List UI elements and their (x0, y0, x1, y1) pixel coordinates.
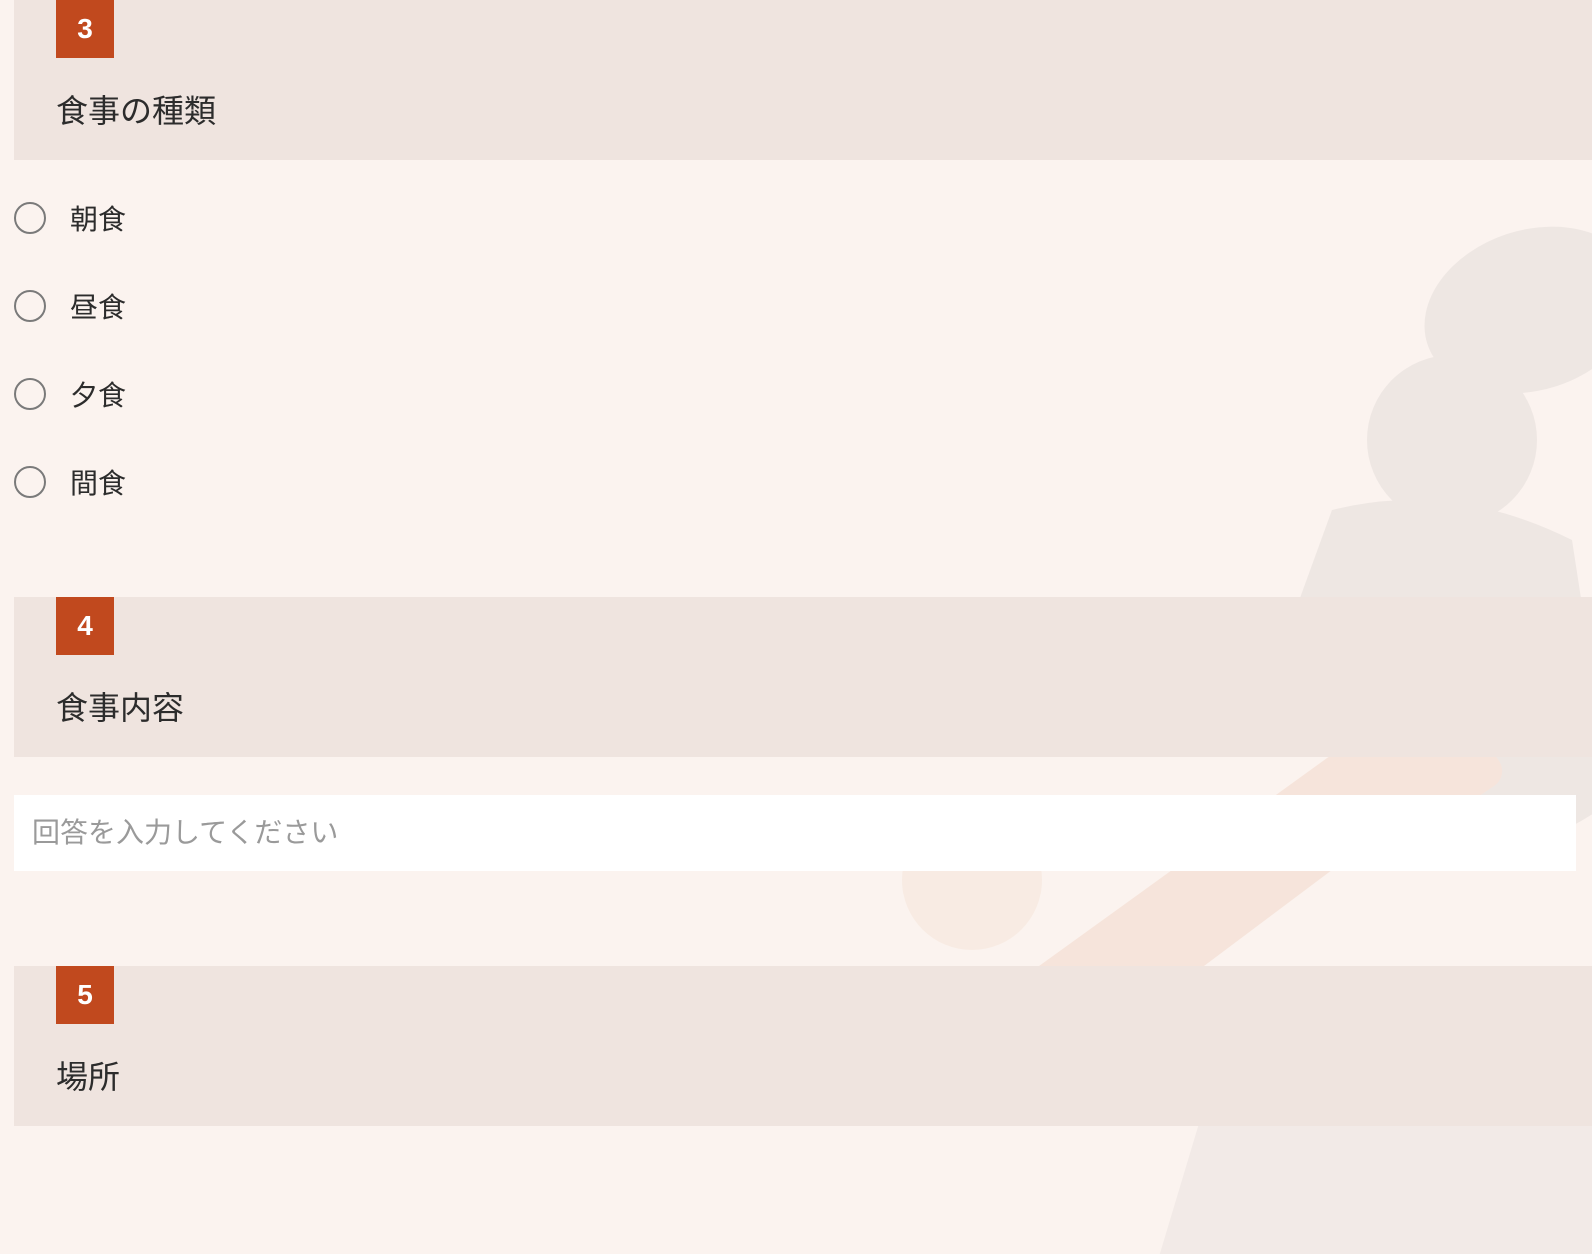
question-number-badge: 5 (56, 966, 114, 1024)
radio-label: 昼食 (70, 286, 126, 326)
question-4: 4 食事内容 (14, 597, 1592, 871)
radio-icon (14, 378, 46, 410)
radio-icon (14, 466, 46, 498)
form-container: 3 食事の種類 朝食 昼食 夕食 間食 4 食事内容 (0, 0, 1592, 1186)
question-5-title: 場所 (56, 1052, 1592, 1098)
radio-icon (14, 202, 46, 234)
radio-label: 間食 (70, 462, 126, 502)
radio-icon (14, 290, 46, 322)
question-4-title: 食事内容 (56, 683, 1592, 729)
question-number-badge: 4 (56, 597, 114, 655)
question-3-header: 3 食事の種類 (14, 0, 1592, 160)
question-5: 5 場所 (14, 966, 1592, 1126)
radio-option-breakfast[interactable]: 朝食 (14, 198, 1592, 238)
question-3-body: 朝食 昼食 夕食 間食 (14, 160, 1592, 502)
radio-option-snack[interactable]: 間食 (14, 462, 1592, 502)
question-4-header: 4 食事内容 (14, 597, 1592, 757)
question-3: 3 食事の種類 朝食 昼食 夕食 間食 (14, 0, 1592, 502)
question-number-badge: 3 (56, 0, 114, 58)
radio-option-lunch[interactable]: 昼食 (14, 286, 1592, 326)
question-3-title: 食事の種類 (56, 86, 1592, 132)
question-5-header: 5 場所 (14, 966, 1592, 1126)
radio-label: 朝食 (70, 198, 126, 238)
radio-label: 夕食 (70, 374, 126, 414)
radio-option-dinner[interactable]: 夕食 (14, 374, 1592, 414)
question-4-input[interactable] (14, 795, 1576, 871)
